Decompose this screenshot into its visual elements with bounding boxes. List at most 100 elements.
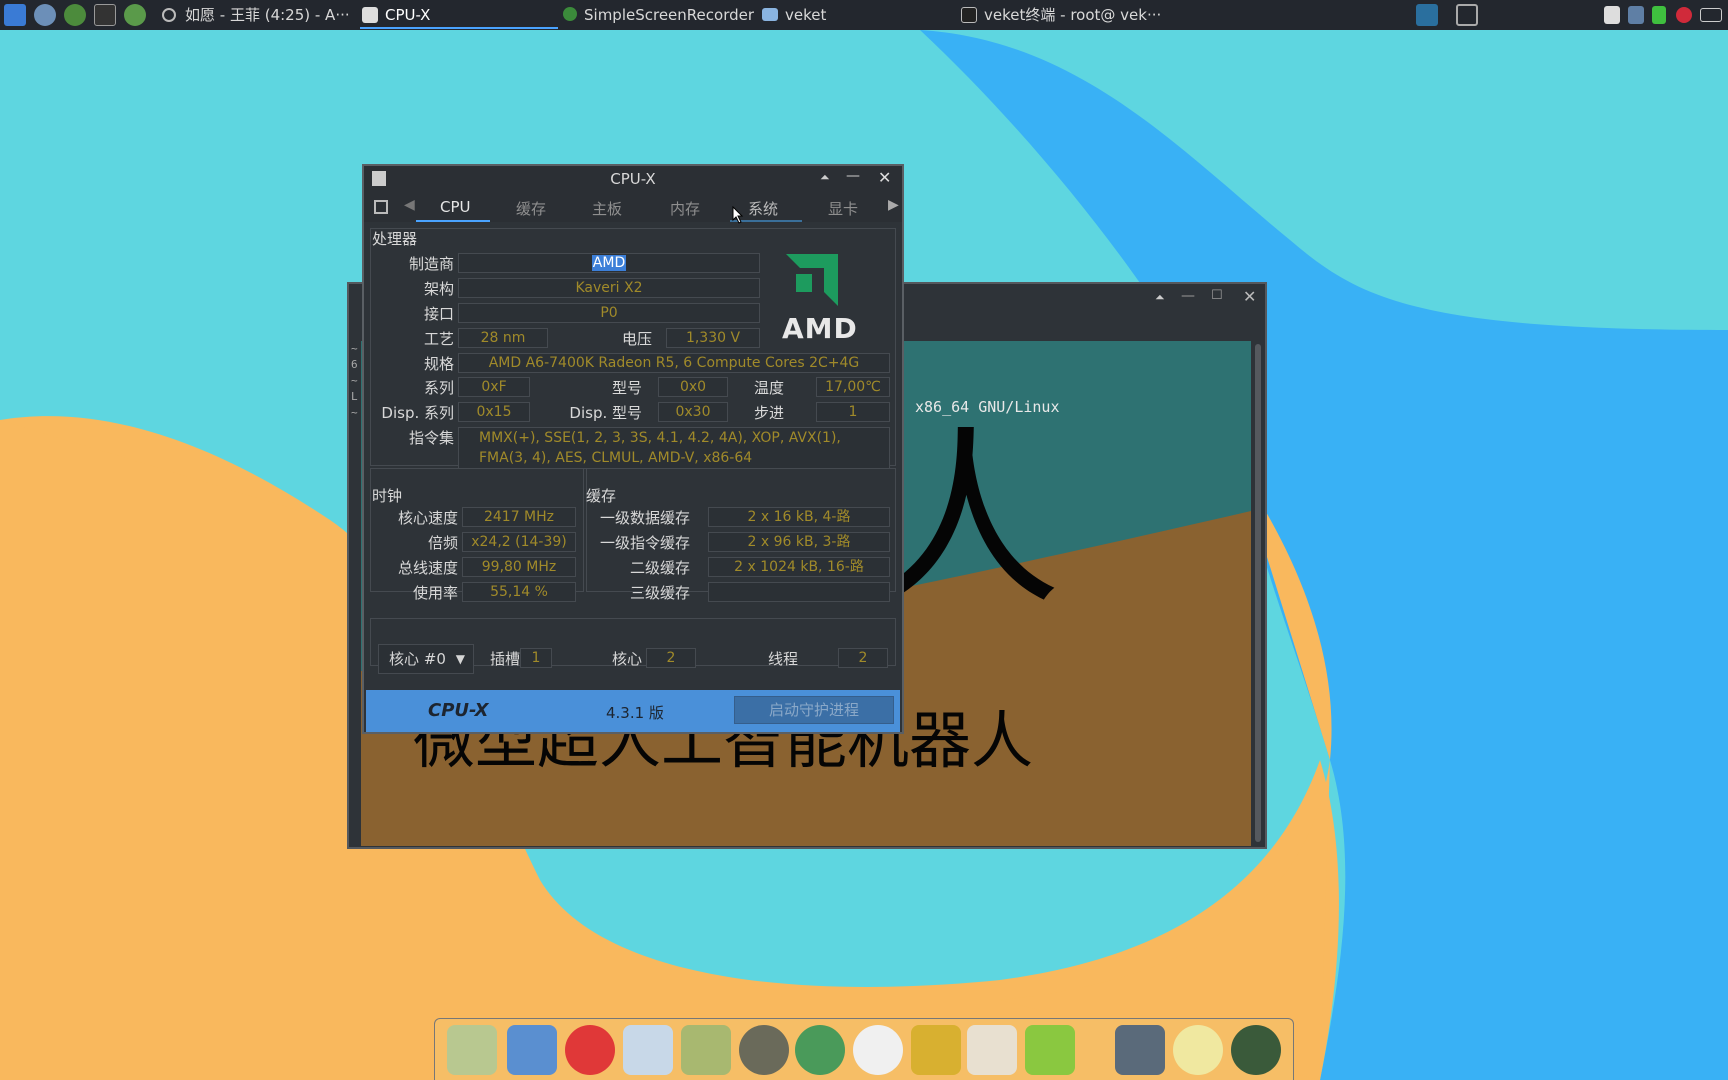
cpux-titlebar[interactable]: CPU-X ⏶ — ✕	[364, 166, 902, 192]
l3-label: 三级缓存	[629, 584, 690, 602]
disp-model-value[interactable]: 0x30	[658, 402, 728, 422]
gutter-char: 6	[351, 358, 358, 371]
mouse-cursor-icon	[732, 206, 744, 224]
l1d-label: 一级数据缓存	[599, 509, 690, 527]
tab-motherboard[interactable]: 主板	[592, 198, 622, 219]
status-icon[interactable]	[1676, 7, 1692, 23]
tab-scroll-right-icon[interactable]: ▶	[888, 197, 899, 213]
codename-value[interactable]: Kaveri X2	[458, 278, 760, 298]
l1i-value[interactable]: 2 x 96 kB, 3-路	[708, 532, 890, 552]
browser-icon[interactable]	[124, 4, 146, 26]
multiplier-value[interactable]: x24,2 (14-39)	[462, 532, 576, 552]
terminal-minimize-icon[interactable]: —	[1181, 288, 1195, 304]
family-value[interactable]: 0xF	[458, 377, 530, 397]
instructions-value[interactable]: MMX(+), SSE(1, 2, 3, 3S, 4.1, 4.2, 4A), …	[458, 427, 890, 469]
terminal-shade-icon[interactable]: ⏶	[1155, 290, 1165, 305]
battery-icon[interactable]	[1652, 6, 1666, 24]
cpux-footer-logo: CPU-X	[428, 700, 489, 721]
spec-label: 规格	[423, 355, 454, 373]
threads-value[interactable]: 2	[838, 648, 888, 668]
taskbar-active-indicator	[360, 27, 558, 29]
terminal-icon	[961, 7, 977, 23]
keyboard-icon[interactable]	[1700, 8, 1722, 22]
l1d-value[interactable]: 2 x 16 kB, 4-路	[708, 507, 890, 527]
start-daemon-button[interactable]: 启动守护进程	[734, 696, 894, 724]
amd-logo-text: AMD	[782, 312, 858, 345]
paint-icon[interactable]	[681, 1025, 731, 1075]
tab-memory[interactable]: 内存	[670, 198, 700, 219]
spec-value[interactable]: AMD A6-7400K Radeon R5, 6 Compute Cores …	[458, 353, 890, 373]
cpux-version: 4.3.1 版	[606, 704, 664, 722]
model-value[interactable]: 0x0	[658, 377, 728, 397]
tab-graphics[interactable]: 显卡	[828, 198, 858, 219]
core-select-value: 核心 #0	[389, 650, 446, 668]
stepping-label: 步进	[753, 404, 784, 422]
stepping-value[interactable]: 1	[816, 402, 890, 422]
terminal-scrollbar[interactable]	[1255, 344, 1261, 842]
taskbar-window-terminal[interactable]: veket终端 - root@ vek···	[984, 0, 1184, 30]
threads-label: 线程	[767, 650, 798, 668]
taskbar-music-title[interactable]: 如愿 - 王菲 (4:25) - A···	[185, 0, 355, 30]
package-label: 接口	[423, 305, 454, 323]
vendor-value[interactable]: AMD	[458, 253, 760, 273]
workspace-icon[interactable]	[1456, 4, 1478, 26]
tab-scroll-left-icon[interactable]: ◀	[404, 197, 415, 213]
notebook-icon[interactable]	[911, 1025, 961, 1075]
computer-icon[interactable]	[507, 1025, 557, 1075]
cpux-close-icon[interactable]: ✕	[878, 168, 891, 187]
disp-model-label: Disp. 型号	[569, 404, 642, 422]
l1i-label: 一级指令缓存	[599, 534, 690, 552]
tab-menu-icon[interactable]	[374, 200, 388, 214]
chevron-down-icon: ▼	[455, 652, 465, 666]
technology-label: 工艺	[423, 330, 454, 348]
clocks-section-title: 时钟	[372, 487, 403, 505]
penguin-icon[interactable]	[853, 1025, 903, 1075]
l3-value[interactable]	[708, 582, 890, 602]
technology-value[interactable]: 28 nm	[458, 328, 548, 348]
tab-system[interactable]: 系统	[748, 198, 778, 219]
tab-cpu[interactable]: CPU	[440, 198, 471, 216]
family-label: 系列	[423, 379, 454, 397]
network-icon[interactable]	[1628, 6, 1644, 24]
clipboard-icon[interactable]	[1604, 6, 1620, 24]
taskbar-window-cpux[interactable]: CPU-X	[385, 0, 535, 30]
usage-value[interactable]: 55,14 %	[462, 582, 576, 602]
terminal-launcher-icon[interactable]	[94, 4, 116, 26]
record-icon[interactable]	[162, 8, 176, 22]
core-select-dropdown[interactable]: 核心 #0 ▼	[378, 644, 474, 674]
app-menu-icon[interactable]	[4, 4, 26, 26]
globe-icon[interactable]	[1231, 1025, 1281, 1075]
disp-family-value[interactable]: 0x15	[458, 402, 530, 422]
core-speed-value[interactable]: 2417 MHz	[462, 507, 576, 527]
cpux-minimize-icon[interactable]: —	[846, 168, 860, 184]
editor-icon[interactable]	[623, 1025, 673, 1075]
drive-icon[interactable]	[1115, 1025, 1165, 1075]
temperature-value[interactable]: 17,00℃	[816, 377, 890, 397]
taskbar-window-recorder[interactable]: SimpleScreenRecorder	[584, 0, 754, 30]
package-value[interactable]: P0	[458, 303, 760, 323]
cpux-tabbar: ◀ CPU 缓存 主板 内存 系统 显卡 ▶	[364, 192, 902, 224]
media-icon[interactable]	[739, 1025, 789, 1075]
cache-section-title: 缓存	[586, 487, 617, 505]
hedgehog-icon[interactable]	[565, 1025, 615, 1075]
play-icon[interactable]	[64, 4, 86, 26]
bus-speed-value[interactable]: 99,80 MHz	[462, 557, 576, 577]
dock	[434, 1018, 1294, 1080]
cpux-shade-icon[interactable]: ⏶	[820, 170, 830, 185]
desktop-icon[interactable]	[1416, 4, 1438, 26]
chart-icon[interactable]	[967, 1025, 1017, 1075]
l2-value[interactable]: 2 x 1024 kB, 16-路	[708, 557, 890, 577]
network-manager-icon[interactable]	[795, 1025, 845, 1075]
socket-value[interactable]: 1	[520, 648, 552, 668]
files-icon[interactable]	[447, 1025, 497, 1075]
sun-icon[interactable]	[1173, 1025, 1223, 1075]
help-icon[interactable]	[1025, 1025, 1075, 1075]
tab-cache[interactable]: 缓存	[516, 198, 546, 219]
terminal-close-icon[interactable]: ✕	[1243, 287, 1256, 306]
vendor-selected-text: AMD	[591, 255, 627, 271]
voltage-value[interactable]: 1,330 V	[666, 328, 760, 348]
terminal-maximize-icon[interactable]: ☐	[1211, 288, 1223, 303]
settings-icon[interactable]	[34, 4, 56, 26]
taskbar-window-veket[interactable]: veket	[785, 0, 935, 30]
cores-value[interactable]: 2	[646, 648, 696, 668]
